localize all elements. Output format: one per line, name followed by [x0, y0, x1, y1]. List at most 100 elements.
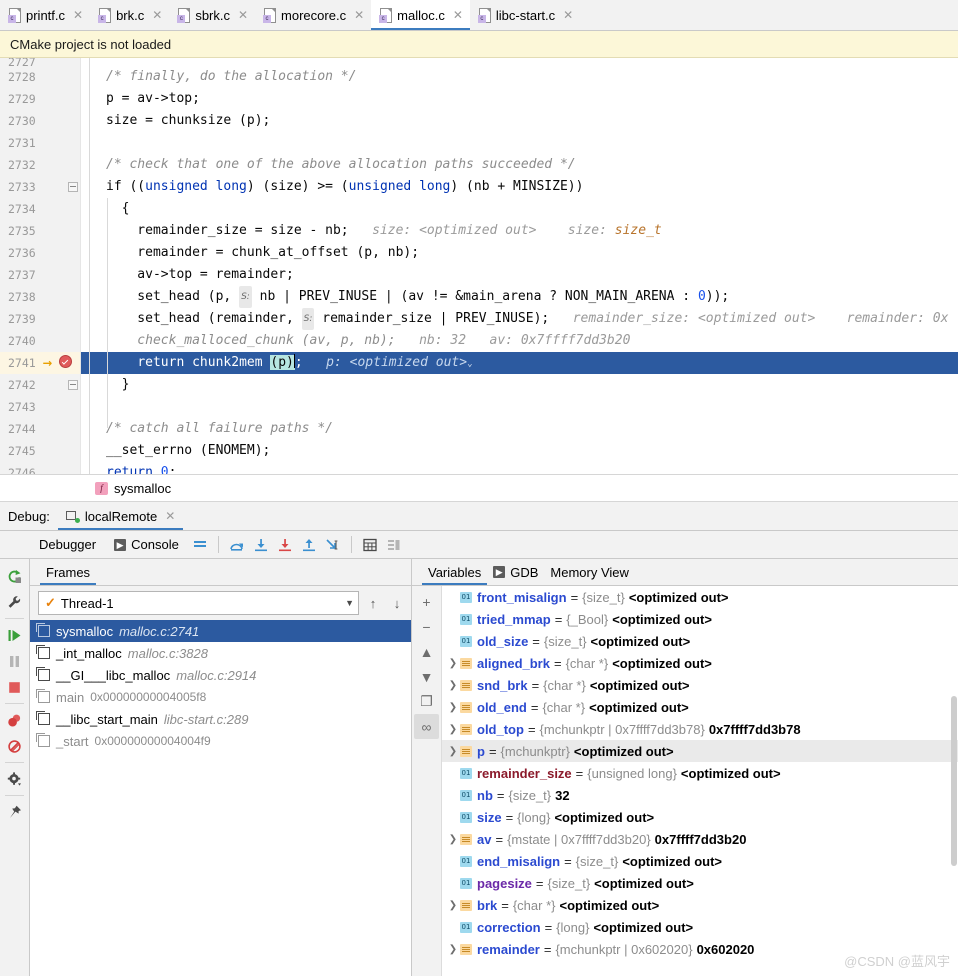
line-number-2746[interactable]: 2746 — [0, 462, 80, 474]
move-down-icon[interactable]: ▼ — [414, 664, 439, 689]
editor-tab-printf-c[interactable]: c printf.c ✕ — [0, 0, 90, 30]
code-line[interactable] — [81, 396, 958, 418]
expand-arrow-icon[interactable]: ❯ — [446, 658, 460, 669]
tab-variables[interactable]: Variables — [422, 559, 488, 585]
resume-program-icon[interactable] — [2, 622, 27, 648]
line-number-2743[interactable]: 2743 — [0, 396, 80, 418]
editor-gutter[interactable]: 2727 2728 2729 2730 2731 2732 2733 2734 2735 2736… — [0, 58, 81, 474]
code-fold-icon[interactable] — [68, 380, 78, 390]
tab-gdb[interactable]: ▶ GDB — [487, 559, 544, 585]
code-line[interactable]: /* finally, do the allocation */ — [81, 66, 958, 88]
line-number-2729[interactable]: 2729 — [0, 88, 80, 110]
close-icon[interactable]: ✕ — [152, 9, 162, 21]
remove-watch-icon[interactable]: − — [414, 614, 439, 639]
variable-row[interactable]: ❯ snd_brk = {char *} <optimized out> — [442, 674, 958, 696]
tab-memory-view[interactable]: Memory View — [544, 559, 635, 585]
close-icon[interactable]: ✕ — [563, 9, 573, 21]
close-icon[interactable]: ✕ — [354, 9, 364, 21]
variable-row[interactable]: 01 size = {long} <optimized out> — [442, 806, 958, 828]
editor-tab-malloc-c[interactable]: c malloc.c ✕ — [371, 0, 470, 30]
view-breakpoints-icon[interactable] — [2, 707, 27, 733]
wrench-settings-icon[interactable] — [2, 589, 27, 615]
code-line[interactable]: set_head (p, S: nb | PREV_INUSE | (av !=… — [81, 286, 958, 308]
line-number-2728[interactable]: 2728 — [0, 66, 80, 88]
variables-list[interactable]: 01 front_misalign = {size_t} <optimized out>… — [442, 586, 958, 976]
editor-tab-brk-c[interactable]: c brk.c ✕ — [90, 0, 169, 30]
line-number-2737[interactable]: 2737 — [0, 264, 80, 286]
close-icon[interactable]: ✕ — [238, 9, 248, 21]
tab-debugger[interactable]: Debugger — [30, 531, 105, 558]
breadcrumb[interactable]: f sysmalloc — [0, 474, 958, 502]
code-lines[interactable]: /* finally, do the allocation */ p = av->… — [81, 58, 958, 474]
force-step-into-icon[interactable] — [273, 534, 297, 556]
code-line[interactable]: set_head (remainder, S: remainder_size |… — [81, 308, 958, 330]
add-watch-icon[interactable]: + — [414, 589, 439, 614]
variable-row[interactable]: ❯ brk = {char *} <optimized out> — [442, 894, 958, 916]
variable-row[interactable]: 01 tried_mmap = {_Bool} <optimized out> — [442, 608, 958, 630]
line-number-2741[interactable]: 2741 → — [0, 352, 80, 374]
tab-frames[interactable]: Frames — [40, 559, 97, 585]
line-number-2745[interactable]: 2745 — [0, 440, 80, 462]
inspect-icon[interactable]: ∞ — [414, 714, 439, 739]
copy-value-icon[interactable]: ❐ — [414, 689, 439, 714]
mute-breakpoints-icon[interactable] — [2, 733, 27, 759]
tab-console[interactable]: ▶ Console — [105, 531, 188, 558]
line-number-2735[interactable]: 2735 — [0, 220, 80, 242]
code-line[interactable]: check_malloced_chunk (av, p, nb); nb: 32… — [81, 330, 958, 352]
expand-arrow-icon[interactable]: ❯ — [446, 702, 460, 713]
show-execution-point-icon[interactable] — [188, 534, 212, 556]
rerun-icon[interactable] — [2, 563, 27, 589]
step-out-icon[interactable] — [297, 534, 321, 556]
line-number-2736[interactable]: 2736 — [0, 242, 80, 264]
selected-identifier[interactable]: (p) — [270, 354, 295, 370]
line-number-2744[interactable]: 2744 — [0, 418, 80, 440]
line-number-2742[interactable]: 2742 — [0, 374, 80, 396]
code-line[interactable]: av->top = remainder; — [81, 264, 958, 286]
thread-select[interactable]: ✓ Thread-1 ▼ — [38, 591, 359, 615]
debug-session-tab-localremote[interactable]: localRemote ✕ — [57, 502, 184, 530]
code-line[interactable]: /* check that one of the above allocatio… — [81, 154, 958, 176]
step-over-icon[interactable] — [225, 534, 249, 556]
step-into-icon[interactable] — [249, 534, 273, 556]
line-number-2738[interactable]: 2738 — [0, 286, 80, 308]
code-line[interactable]: if ((unsigned long) (size) >= (unsigned … — [81, 176, 958, 198]
pause-program-icon[interactable] — [2, 648, 27, 674]
expand-arrow-icon[interactable]: ❯ — [446, 746, 460, 757]
code-line[interactable]: remainder = chunk_at_offset (p, nb); — [81, 242, 958, 264]
variable-row[interactable]: ❯ remainder = {mchunkptr | 0x602020} 0x60202… — [442, 938, 958, 960]
variable-row[interactable]: ❯ old_top = {mchunkptr | 0x7ffff7dd3b78} 0x7… — [442, 718, 958, 740]
code-line[interactable]: return 0; — [81, 462, 958, 474]
arrow-down-icon[interactable]: ↓ — [387, 592, 407, 614]
close-icon[interactable]: ✕ — [165, 510, 175, 522]
evaluate-expression-icon[interactable] — [358, 534, 382, 556]
code-editor[interactable]: 2727 2728 2729 2730 2731 2732 2733 2734 2735 2736… — [0, 58, 958, 474]
chevron-down-icon[interactable]: ▼ — [345, 598, 354, 608]
code-fold-icon[interactable] — [68, 182, 78, 192]
line-number-2732[interactable]: 2732 — [0, 154, 80, 176]
frame-row[interactable]: __GI___libc_malloc malloc.c:2914 — [30, 664, 411, 686]
expand-arrow-icon[interactable]: ❯ — [446, 900, 460, 911]
code-line[interactable]: size = chunksize (p); — [81, 110, 958, 132]
code-line[interactable]: /* catch all failure paths */ — [81, 418, 958, 440]
variable-row[interactable]: ❯ p = {mchunkptr} <optimized out> — [442, 740, 958, 762]
code-line[interactable]: remainder_size = size - nb; size: <optim… — [81, 220, 958, 242]
variable-row[interactable]: 01 end_misalign = {size_t} <optimized out> — [442, 850, 958, 872]
code-line-current[interactable]: return chunk2mem (p); p: <optimized out>… — [81, 352, 958, 374]
close-icon[interactable]: ✕ — [73, 9, 83, 21]
variable-row[interactable]: 01 pagesize = {size_t} <optimized out> — [442, 872, 958, 894]
variable-row[interactable]: ❯ old_end = {char *} <optimized out> — [442, 696, 958, 718]
variable-row[interactable]: ❯ av = {mstate | 0x7ffff7dd3b20} 0x7ffff7dd3… — [442, 828, 958, 850]
expand-arrow-icon[interactable]: ❯ — [446, 834, 460, 845]
close-icon[interactable]: ✕ — [453, 9, 463, 21]
code-line[interactable]: p = av->top; — [81, 88, 958, 110]
frame-row[interactable]: _start 0x00000000004004f9 — [30, 730, 411, 752]
line-number-2731[interactable]: 2731 — [0, 132, 80, 154]
expand-arrow-icon[interactable]: ❯ — [446, 944, 460, 955]
expand-arrow-icon[interactable]: ❯ — [446, 724, 460, 735]
line-number-2730[interactable]: 2730 — [0, 110, 80, 132]
variable-row[interactable]: 01 old_size = {size_t} <optimized out> — [442, 630, 958, 652]
variable-row[interactable]: ❯ aligned_brk = {char *} <optimized out> — [442, 652, 958, 674]
settings-gear-icon[interactable] — [2, 766, 27, 792]
variables-scrollbar[interactable] — [950, 586, 958, 976]
variable-row[interactable]: 01 correction = {long} <optimized out> — [442, 916, 958, 938]
